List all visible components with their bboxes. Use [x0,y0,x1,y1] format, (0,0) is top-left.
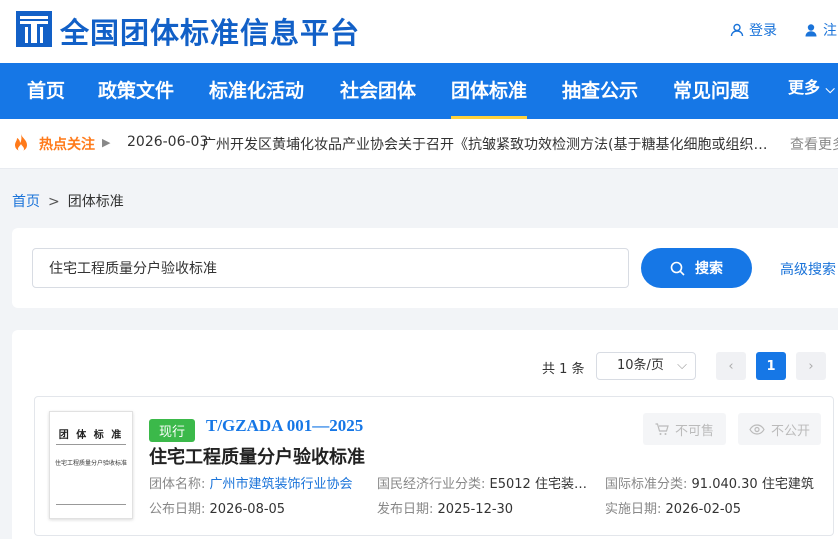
pub-date-value: 2026-08-05 [209,502,286,517]
issue-date-label: 发布日期: [377,502,434,517]
ics-value: 91.040.30 住宅建筑 [691,477,814,492]
chevron-down-icon: ⌵ [825,82,835,96]
total-count: 共 1 条 [542,362,585,377]
eye-icon [749,423,765,435]
nav-group-standards[interactable]: 团体标准 [451,63,528,119]
org-link[interactable]: 广州市建筑装饰行业协会 [210,477,353,492]
search-input[interactable] [32,248,629,288]
breadcrumb-home[interactable]: 首页 [12,194,40,210]
next-page-button[interactable]: › [796,352,826,380]
user-filled-icon [805,24,817,37]
result-panel: 共 1 条 10条/页 ⌵ ‹ 1 › 团 体 标 准 住宅工程质量分户验收标准… [12,330,838,539]
search-panel: 搜索 高级搜索 [12,228,838,308]
econ-meta: 国民经济行业分类: E5012 住宅装饰和装修 [377,473,595,492]
advanced-search-link[interactable]: 高级搜索 [780,259,836,279]
impl-date-meta: 实施日期: 2026-02-05 [605,498,741,517]
thumb-standard-name: 住宅工程质量分户验收标准 [54,460,127,467]
standard-cover-thumbnail[interactable]: 团 体 标 准 住宅工程质量分户验收标准 [49,411,133,519]
login-label: 登录 [749,23,777,39]
not-for-sale-label: 不可售 [674,423,714,439]
nav-policy[interactable]: 政策文件 [98,63,174,119]
main-nav: 首页 政策文件 标准化活动 社会团体 团体标准 抽查公示 常见问题 更多 ⌵ [0,63,838,119]
page-number-1[interactable]: 1 [756,352,786,380]
prev-page-button[interactable]: ‹ [716,352,746,380]
cart-icon [655,422,669,435]
pub-date-meta: 公布日期: 2026-08-05 [149,498,285,517]
breadcrumb: 首页 > 团体标准 [12,191,124,211]
nav-more-label: 更多 [788,78,821,97]
pub-date-label: 公布日期: [149,502,206,517]
issue-date-value: 2025-12-30 [437,502,514,517]
hot-news-bar: 热点关注 ▶ 2026-06-03 广州开发区黄埔化妆品产业协会关于召开《抗皱紧… [0,119,838,169]
standard-code[interactable]: T/GZADA 001—2025 [206,416,363,436]
play-arrow-icon: ▶ [102,136,111,149]
impl-date-label: 实施日期: [605,502,662,517]
issue-date-meta: 发布日期: 2025-12-30 [377,498,513,517]
standard-name[interactable]: 住宅工程质量分户验收标准 [149,443,365,469]
standard-card[interactable]: 团 体 标 准 住宅工程质量分户验收标准 现行 T/GZADA 001—2025… [34,396,834,536]
ics-label: 国际标准分类: [605,477,688,492]
register-label: 注 [823,23,837,39]
chevron-right-icon: › [808,358,814,374]
login-link[interactable]: 登录 [730,20,777,40]
hot-label: 热点关注 [39,137,95,153]
search-icon [670,261,685,276]
status-badge: 现行 [149,419,195,442]
fire-icon [15,134,27,152]
user-icon [730,23,744,37]
chevron-down-icon: ⌵ [677,358,687,373]
ics-meta: 国际标准分类: 91.040.30 住宅建筑 [605,473,815,492]
not-for-sale-button[interactable]: 不可售 [643,413,726,445]
impl-date-value: 2026-02-05 [665,502,742,517]
search-button[interactable]: 搜索 [641,248,752,288]
register-link[interactable]: 注 [804,20,837,40]
econ-label: 国民经济行业分类: [377,477,486,492]
breadcrumb-separator: > [48,194,60,210]
view-more-link[interactable]: 查看更多 [790,134,838,154]
page-size-value: 10条/页 [617,358,664,373]
site-header: 全国团体标准信息平台 登录 注 [0,0,838,63]
not-public-button[interactable]: 不公开 [738,413,821,445]
hot-date: 2026-06-03 [127,134,209,150]
not-public-label: 不公开 [770,423,810,439]
thumb-divider [56,504,126,505]
nav-activities[interactable]: 标准化活动 [209,63,304,119]
nav-faq[interactable]: 常见问题 [673,63,749,119]
nav-organizations[interactable]: 社会团体 [340,63,416,119]
hot-news-link[interactable]: 广州开发区黄埔化妆品产业协会关于召开《抗皱紧致功效检测方法(基于糖基化细胞或组织… [202,134,772,154]
logo-icon[interactable] [16,11,52,47]
nav-inspection[interactable]: 抽查公示 [562,63,638,119]
chevron-left-icon: ‹ [728,358,734,374]
org-meta: 团体名称: 广州市建筑装饰行业协会 [149,473,359,492]
site-title[interactable]: 全国团体标准信息平台 [60,10,360,52]
breadcrumb-current: 团体标准 [67,194,124,210]
search-button-label: 搜索 [695,261,723,277]
nav-more[interactable]: 更多 ⌵ [788,63,835,113]
thumb-title: 团 体 标 准 [58,430,124,441]
org-label: 团体名称: [149,477,206,492]
page-size-select[interactable]: 10条/页 ⌵ [596,352,696,380]
thumb-divider [56,444,126,445]
nav-home[interactable]: 首页 [27,63,65,119]
econ-value: E5012 住宅装饰和装修 [489,477,595,492]
